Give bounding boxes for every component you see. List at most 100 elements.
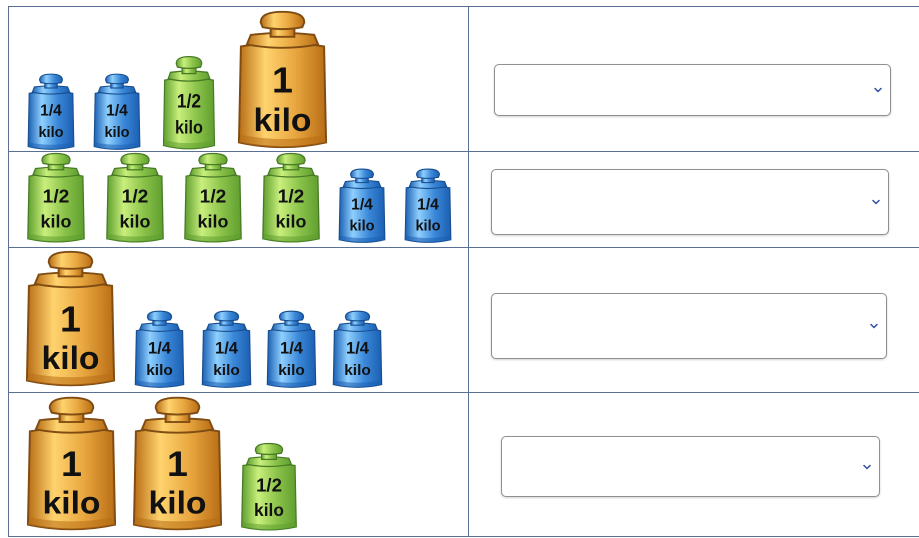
weight-unit-label: kilo bbox=[104, 125, 129, 141]
weight-fraction-label: 1/2 bbox=[278, 187, 305, 208]
answer-dropdown-3[interactable] bbox=[491, 293, 887, 359]
weight-handle-shape bbox=[344, 310, 371, 322]
weight-fraction-label: 1/4 bbox=[280, 339, 303, 357]
quarter-kilo-weight-svg: 1/4 kilo bbox=[93, 73, 141, 150]
half-kilo-weight-svg: 1/2 kilo bbox=[262, 152, 320, 243]
quarter-kilo-weight-svg: 1/4 kilo bbox=[201, 310, 252, 388]
chevron-down-svg bbox=[863, 464, 871, 469]
quarter-kilo-weight-svg: 1/4 kilo bbox=[134, 310, 185, 388]
half-kilo-weight-icon: 1/2 kilo bbox=[181, 151, 245, 245]
half-kilo-weight-icon: 1/2 kilo bbox=[24, 151, 88, 245]
weight-unit-label: kilo bbox=[175, 117, 203, 138]
weight-fraction-label: 1 bbox=[60, 299, 81, 339]
weight-handle-shape bbox=[416, 168, 440, 179]
quarter-kilo-weight-svg: 1/4 kilo bbox=[332, 310, 383, 388]
weight-fraction-label: 1/2 bbox=[177, 90, 201, 112]
weight-handle-shape bbox=[213, 310, 240, 322]
quarter-kilo-weight-icon: 1/4 kilo bbox=[264, 309, 319, 390]
one-kilo-weight-svg: 1kilo bbox=[237, 10, 328, 149]
quarter-kilo-weight-icon: 1/4 kilo bbox=[330, 309, 385, 390]
weight-handle-shape bbox=[47, 250, 94, 270]
weight-unit-label: kilo bbox=[41, 212, 72, 232]
weights-row-3: 1 kilo 1/4 kilo 1/4 kilo 1/4 kilo 1/4 kilo bbox=[0, 247, 919, 392]
weight-unit-label: kilo bbox=[349, 218, 374, 234]
weight-handle-shape bbox=[276, 152, 306, 166]
weight-handle-shape bbox=[39, 73, 63, 85]
weight-handle-shape bbox=[278, 310, 305, 322]
weight-body-shape bbox=[241, 462, 297, 531]
weight-fraction-label: 1/2 bbox=[122, 187, 149, 208]
one-kilo-weight-icon: 1 kilo bbox=[233, 8, 332, 152]
half-kilo-weight-icon: 1/2 kilo bbox=[238, 441, 300, 533]
weight-unit-label: kilo bbox=[120, 212, 151, 232]
half-kilo-weight-svg: 1/2 kilo bbox=[106, 152, 164, 243]
weight-unit-label: kilo bbox=[254, 102, 312, 138]
half-kilo-weight-svg: 1/2 kilo bbox=[241, 442, 297, 531]
weight-fraction-label: 1 bbox=[61, 444, 82, 484]
chevron-down-path bbox=[872, 199, 880, 205]
quarter-kilo-weight-icon: 1/4 kilo bbox=[25, 72, 77, 152]
weight-unit-label: kilo bbox=[344, 362, 371, 379]
weight-handle-shape bbox=[120, 152, 150, 166]
weight-unit-label: kilo bbox=[38, 125, 63, 141]
weight-handle-shape bbox=[146, 310, 173, 322]
weight-unit-label: kilo bbox=[276, 212, 307, 232]
weight-fraction-label: 1/4 bbox=[40, 103, 62, 120]
one-kilo-weight-svg: 1kilo bbox=[26, 396, 117, 531]
weights-cell-3: 1 kilo 1/4 kilo 1/4 kilo 1/4 kilo 1/4 kilo bbox=[0, 247, 468, 392]
weight-body-shape bbox=[262, 173, 320, 243]
answer-dropdown-1[interactable] bbox=[494, 64, 891, 116]
one-kilo-weight-svg: 1kilo bbox=[25, 250, 116, 387]
weight-unit-label: kilo bbox=[198, 212, 229, 232]
weight-handle-shape bbox=[259, 10, 306, 31]
weight-handle-shape bbox=[154, 396, 201, 416]
one-kilo-weight-icon: 1 kilo bbox=[21, 248, 120, 390]
weight-unit-label: kilo bbox=[146, 362, 173, 379]
weight-handle-shape bbox=[48, 396, 95, 416]
half-kilo-weight-icon: 1/2 kilo bbox=[259, 151, 323, 245]
half-kilo-weight-icon: 1/2 kilo bbox=[160, 54, 218, 152]
chevron-down-icon bbox=[863, 463, 871, 471]
weight-body-shape bbox=[106, 173, 164, 243]
weight-unit-label: kilo bbox=[42, 340, 100, 376]
half-kilo-weight-svg: 1/2 kilo bbox=[184, 152, 242, 243]
quarter-kilo-weight-svg: 1/4 kilo bbox=[266, 310, 317, 388]
chevron-down-path bbox=[863, 464, 871, 469]
weight-fraction-label: 1/2 bbox=[256, 474, 282, 495]
quarter-kilo-weight-svg: 1/4 kilo bbox=[404, 168, 452, 243]
weight-handle-shape bbox=[105, 73, 129, 85]
weight-fraction-label: 1/4 bbox=[106, 103, 128, 120]
weight-fraction-label: 1/4 bbox=[351, 197, 373, 214]
answer-dropdown-2[interactable] bbox=[491, 169, 889, 235]
weights-row-4: 1 kilo 1 kilo 1/2 kilo bbox=[0, 392, 919, 536]
chevron-down-icon bbox=[874, 86, 882, 94]
weight-fraction-label: 1 bbox=[272, 59, 293, 100]
one-kilo-weight-svg: 1kilo bbox=[132, 396, 223, 531]
half-kilo-weight-svg: 1/2 kilo bbox=[162, 55, 216, 150]
weight-fraction-label: 1/4 bbox=[346, 339, 369, 357]
weight-unit-label: kilo bbox=[415, 218, 440, 234]
weight-handle-shape bbox=[175, 55, 203, 70]
quarter-kilo-weight-icon: 1/4 kilo bbox=[132, 309, 187, 390]
answer-dropdown-4[interactable] bbox=[501, 436, 880, 497]
weight-handle-shape bbox=[41, 152, 71, 166]
weight-fraction-label: 1/4 bbox=[148, 339, 171, 357]
weight-handle-shape bbox=[198, 152, 228, 166]
weight-body-shape bbox=[162, 77, 216, 150]
weights-cell-2: 1/2 kilo 1/2 kilo 1/2 kilo 1/2 kilo 1/4 kilo … bbox=[0, 151, 468, 247]
weight-fraction-label: 1/2 bbox=[43, 187, 70, 208]
weights-row-1: 1/4 kilo 1/4 kilo 1/2 kilo 1 kilo bbox=[0, 6, 919, 151]
chevron-down-svg bbox=[870, 323, 878, 329]
worksheet-table: 1/4 kilo 1/4 kilo 1/2 kilo 1 kilo 1/2 kilo 1/… bbox=[0, 0, 919, 538]
quarter-kilo-weight-svg: 1/4 kilo bbox=[27, 73, 75, 150]
quarter-kilo-weight-icon: 1/4 kilo bbox=[336, 167, 388, 245]
quarter-kilo-weight-icon: 1/4 kilo bbox=[91, 72, 143, 152]
weight-unit-label: kilo bbox=[254, 500, 284, 520]
half-kilo-weight-svg: 1/2 kilo bbox=[27, 152, 85, 243]
chevron-down-svg bbox=[874, 87, 882, 93]
weight-unit-label: kilo bbox=[278, 362, 305, 379]
one-kilo-weight-icon: 1 kilo bbox=[22, 394, 121, 534]
weight-fraction-label: 1/4 bbox=[215, 339, 238, 357]
chevron-down-path bbox=[874, 87, 882, 93]
chevron-down-icon bbox=[872, 198, 880, 206]
